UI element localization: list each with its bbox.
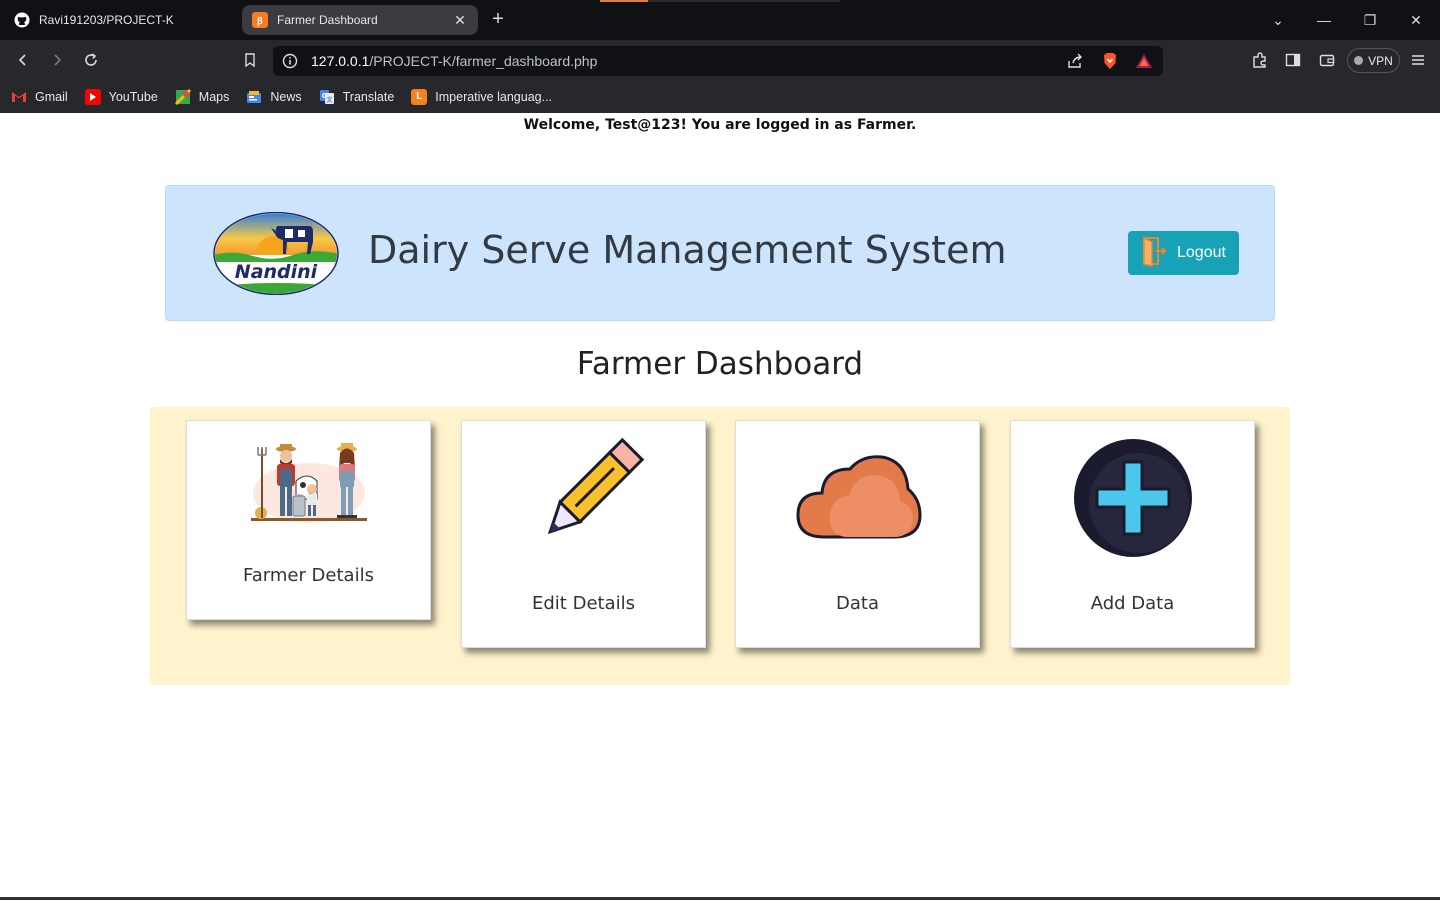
farmer-family-icon [249, 441, 369, 525]
card-edit-details[interactable]: Edit Details [461, 420, 706, 648]
bookmarks-bar: Gmail YouTube Maps News G文 Translate L I… [0, 80, 1440, 113]
news-icon [246, 89, 262, 105]
maps-icon [174, 88, 191, 105]
logo-text: Nandini [235, 261, 318, 283]
bookmark-label: Imperative languag... [435, 89, 553, 104]
menu-icon[interactable] [1406, 48, 1430, 72]
reload-icon[interactable] [79, 48, 103, 72]
url-path: /PROJECT-K/farmer_dashboard.php [369, 53, 598, 69]
site-header: Nandini Dairy Serve Management System Lo… [165, 185, 1275, 321]
vpn-label: VPN [1368, 53, 1393, 68]
bookmark-label: News [270, 89, 302, 104]
wallet-icon[interactable] [1315, 48, 1339, 72]
cloud-icon [794, 449, 924, 543]
xampp-icon: ꞵ [252, 12, 268, 28]
welcome-message: Welcome, Test@123! You are logged in as … [523, 117, 917, 133]
logout-label: Logout [1177, 244, 1226, 261]
system-name: Dairy Serve Management System [368, 228, 1007, 272]
translate-icon: G文 [319, 89, 335, 105]
tab-search-chevron-icon[interactable]: ⌄ [1268, 10, 1288, 30]
bookmark-label: Translate [342, 89, 395, 104]
card-farmer-details[interactable]: Farmer Details [186, 420, 431, 620]
bookmark-youtube[interactable]: YouTube [84, 88, 158, 105]
extensions-icon[interactable] [1248, 48, 1272, 72]
vpn-button[interactable]: VPN [1347, 48, 1400, 73]
bookmark-l-icon: L [411, 88, 428, 105]
youtube-icon [84, 88, 101, 105]
plus-circle-icon [1072, 437, 1194, 559]
card-add-data[interactable]: Add Data [1010, 420, 1255, 648]
page-title: Farmer Dashboard [576, 346, 864, 382]
minimize-icon[interactable]: — [1314, 10, 1334, 30]
bookmark-translate[interactable]: G文 Translate [319, 89, 395, 105]
tab-title: Ravi191203/PROJECT-K [39, 13, 174, 27]
restore-icon[interactable]: ❐ [1360, 10, 1380, 30]
tab-farmer-dashboard[interactable]: ꞵ Farmer Dashboard ✕ [242, 5, 478, 35]
back-icon[interactable] [11, 48, 35, 72]
share-icon[interactable] [1066, 52, 1084, 70]
logout-button[interactable]: Logout [1128, 231, 1239, 275]
forward-icon[interactable] [45, 48, 69, 72]
card-data[interactable]: Data [735, 420, 980, 648]
bookmark-news[interactable]: News [246, 89, 302, 105]
bookmark-label: Maps [198, 89, 230, 104]
bookmark-gmail[interactable]: Gmail [11, 89, 68, 105]
url-text: 127.0.0.1/PROJECT-K/farmer_dashboard.php [311, 53, 597, 69]
pencil-icon [527, 435, 647, 555]
tab-accent-line [600, 0, 648, 2]
tab-github[interactable]: Ravi191203/PROJECT-K [4, 5, 240, 35]
vpn-status-icon [1354, 56, 1364, 65]
bookmark-label: YouTube [108, 89, 158, 104]
url-host: 127.0.0.1 [311, 53, 370, 69]
card-label: Data [836, 593, 879, 614]
card-label: Add Data [1090, 593, 1175, 614]
sidebar-icon[interactable] [1281, 48, 1305, 72]
logout-icon [1141, 235, 1167, 272]
tab-divider-line [648, 0, 840, 2]
gmail-icon [11, 89, 27, 105]
bookmark-imperative[interactable]: L Imperative languag... [411, 88, 553, 105]
card-label: Farmer Details [243, 565, 374, 586]
address-bar[interactable]: 127.0.0.1/PROJECT-K/farmer_dashboard.php [273, 46, 1163, 76]
brave-shields-icon[interactable] [1100, 51, 1120, 71]
close-tab-icon[interactable]: ✕ [452, 12, 468, 28]
github-icon [14, 12, 30, 28]
svg-text:文: 文 [325, 96, 333, 104]
nandini-logo: Nandini [213, 211, 339, 296]
svg-text:ꞵ: ꞵ [257, 16, 263, 27]
bookmark-label: Gmail [35, 89, 68, 104]
card-label: Edit Details [532, 593, 635, 614]
brave-rewards-icon[interactable] [1135, 52, 1153, 70]
bookmark-page-icon[interactable] [238, 48, 262, 72]
site-info-icon[interactable] [282, 53, 298, 69]
new-tab-icon[interactable]: + [488, 9, 508, 29]
bookmark-maps[interactable]: Maps [174, 88, 230, 105]
browser-tab-bar: Ravi191203/PROJECT-K ꞵ Farmer Dashboard … [0, 0, 1440, 40]
close-window-icon[interactable]: ✕ [1406, 10, 1426, 30]
tab-title: Farmer Dashboard [277, 13, 378, 27]
